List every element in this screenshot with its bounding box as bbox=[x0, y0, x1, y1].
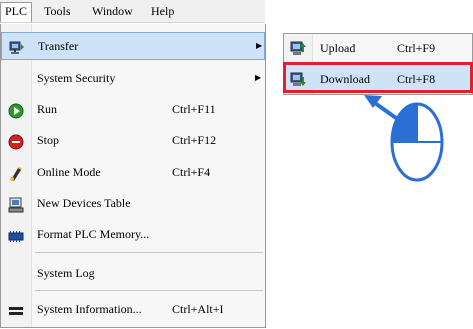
menu-item-format-plc-memory[interactable]: Format PLC Memory... bbox=[1, 220, 265, 248]
menu-item-label: Online Mode bbox=[37, 165, 101, 179]
transfer-submenu: Upload Ctrl+F9 Download Ctrl+F8 bbox=[283, 33, 473, 95]
mouse-left-click-icon bbox=[390, 102, 444, 182]
menu-item-label: System Security bbox=[37, 71, 116, 85]
memory-chip-icon bbox=[8, 226, 24, 242]
menu-window[interactable]: Window bbox=[88, 3, 137, 19]
system-information-icon bbox=[8, 301, 24, 317]
devices-table-icon bbox=[8, 195, 24, 213]
menu-item-label: Stop bbox=[37, 133, 60, 147]
menu-item-new-devices-table[interactable]: New Devices Table bbox=[1, 189, 265, 217]
pointer-arrow-icon bbox=[364, 95, 398, 120]
menu-item-system-security[interactable]: System Security ▶ bbox=[1, 64, 265, 92]
menu-item-label: Run bbox=[37, 102, 58, 116]
submenu-item-shortcut: Ctrl+F8 bbox=[397, 72, 436, 86]
submenu-item-label: Upload bbox=[320, 41, 356, 55]
run-icon bbox=[8, 101, 24, 119]
plc-dropdown-menu: Transfer ▶ System Security ▶ Run Ctrl+F1… bbox=[0, 24, 266, 328]
upload-icon bbox=[290, 39, 307, 56]
menu-item-stop[interactable]: Stop Ctrl+F12 bbox=[1, 126, 265, 154]
menu-bar: PLC Tools Window Help bbox=[0, 0, 265, 23]
submenu-item-download[interactable]: Download Ctrl+F8 bbox=[284, 65, 472, 93]
menu-tools[interactable]: Tools bbox=[40, 3, 75, 19]
transfer-icon bbox=[9, 39, 25, 55]
menu-plc[interactable]: PLC bbox=[0, 2, 33, 22]
menu-item-system-information[interactable]: System Information... Ctrl+Alt+I bbox=[1, 295, 265, 323]
menu-item-label: New Devices Table bbox=[37, 196, 131, 210]
submenu-item-shortcut: Ctrl+F9 bbox=[397, 41, 436, 55]
menu-item-shortcut: Ctrl+Alt+I bbox=[172, 302, 224, 316]
menu-item-online-mode[interactable]: Online Mode Ctrl+F4 bbox=[1, 158, 265, 186]
menu-item-shortcut: Ctrl+F4 bbox=[172, 165, 211, 179]
menu-item-label: Format PLC Memory... bbox=[37, 227, 150, 241]
menu-help[interactable]: Help bbox=[147, 3, 178, 19]
submenu-arrow-icon: ▶ bbox=[255, 73, 262, 82]
menu-separator bbox=[35, 252, 263, 253]
submenu-item-label: Download bbox=[320, 72, 370, 86]
online-mode-icon bbox=[8, 164, 24, 181]
submenu-item-upload[interactable]: Upload Ctrl+F9 bbox=[284, 34, 472, 62]
menu-item-label: Transfer bbox=[38, 39, 79, 53]
menu-item-shortcut: Ctrl+F12 bbox=[172, 133, 217, 147]
stop-icon bbox=[8, 132, 24, 150]
menu-item-run[interactable]: Run Ctrl+F11 bbox=[1, 95, 265, 123]
menu-item-transfer[interactable]: Transfer ▶ bbox=[1, 32, 265, 60]
menu-separator bbox=[35, 290, 263, 291]
menu-item-label: System Information... bbox=[37, 302, 142, 316]
menu-item-system-log[interactable]: System Log bbox=[1, 259, 265, 287]
download-icon bbox=[290, 70, 307, 87]
submenu-arrow-icon: ▶ bbox=[256, 41, 263, 50]
menu-item-label: System Log bbox=[37, 266, 95, 280]
menu-item-shortcut: Ctrl+F11 bbox=[172, 102, 216, 116]
